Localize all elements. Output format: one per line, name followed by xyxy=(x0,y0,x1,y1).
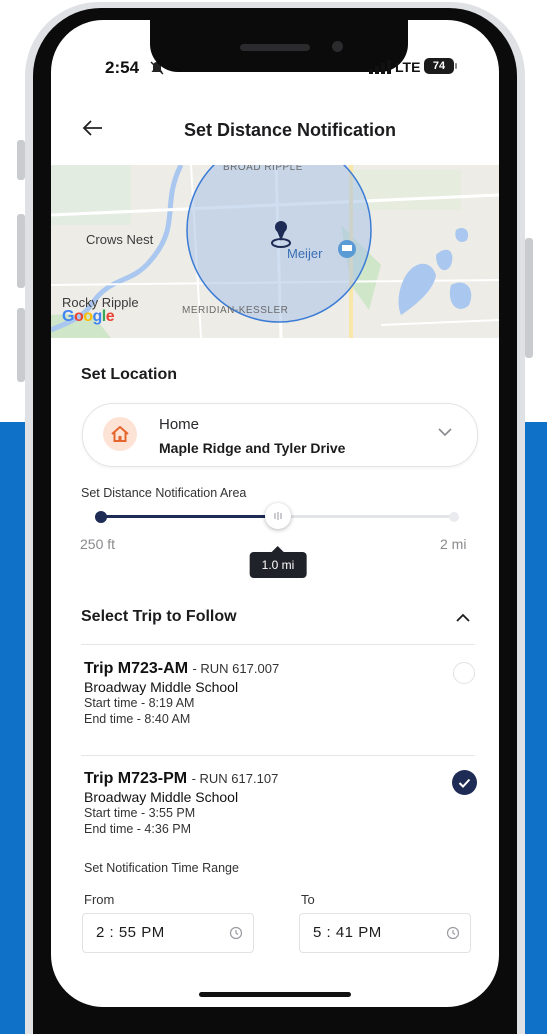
chevron-up-icon[interactable] xyxy=(455,612,471,624)
map-view[interactable]: BROAD RIPPLE Crows Nest Meijer Rocky Rip… xyxy=(51,165,499,338)
to-label: To xyxy=(301,892,315,907)
power-button xyxy=(525,238,533,358)
set-location-heading: Set Location xyxy=(81,366,178,383)
from-time-input[interactable]: 2 : 55 PM xyxy=(82,913,254,953)
home-icon xyxy=(111,426,129,442)
network-type: LTE xyxy=(395,59,421,75)
distance-max-label: 2 mi xyxy=(440,536,467,552)
phone-screen: 2:54 LTE 74 Set Distance Notification BR… xyxy=(51,20,499,1007)
distance-slider-handle[interactable] xyxy=(265,503,291,529)
trip-radio-unselected[interactable] xyxy=(453,662,475,684)
distance-min-label: 250 ft xyxy=(80,536,116,552)
front-camera xyxy=(332,41,343,52)
volume-up-button xyxy=(17,214,25,288)
to-time-input[interactable]: 5 : 41 PM xyxy=(299,913,471,953)
trip-start-time: Start time - 8:19 AM xyxy=(84,696,195,710)
google-logo-letter: e xyxy=(105,308,115,325)
clock-icon xyxy=(229,926,243,940)
location-label: Home xyxy=(159,416,200,433)
grip-icon xyxy=(274,512,282,520)
google-logo-letter: g xyxy=(92,308,103,325)
checkmark-icon xyxy=(458,778,471,788)
trip-school: Broadway Middle School xyxy=(84,679,239,695)
divider xyxy=(81,644,475,645)
map-label-meridian-kessler: MERIDIAN-KESSLER xyxy=(182,305,289,316)
to-time-value: 5 : 41 PM xyxy=(313,924,382,941)
location-value: Maple Ridge and Tyler Drive xyxy=(159,440,346,456)
time-range-label: Set Notification Time Range xyxy=(84,861,239,875)
distance-slider-fill xyxy=(100,515,278,518)
mute-switch xyxy=(17,140,25,180)
home-indicator[interactable] xyxy=(199,992,351,997)
home-icon-badge xyxy=(103,417,137,451)
speaker-grille xyxy=(240,44,310,51)
google-logo-letter: G xyxy=(62,308,74,325)
divider xyxy=(81,755,475,756)
map-label-top-road: BROAD RIPPLE xyxy=(223,165,303,173)
select-trip-heading: Select Trip to Follow xyxy=(81,608,237,625)
trip-item[interactable]: Trip M723-PM - RUN 617.107 Broadway Midd… xyxy=(84,770,464,837)
distance-value-tooltip: 1.0 mi xyxy=(249,546,307,578)
trip-end-time: End time - 8:40 AM xyxy=(84,712,191,726)
trip-start-time: Start time - 3:55 PM xyxy=(84,806,196,820)
trip-school: Broadway Middle School xyxy=(84,789,239,805)
distance-area-label: Set Distance Notification Area xyxy=(81,486,247,500)
distance-slider-end-dot xyxy=(449,512,459,522)
google-logo-letter: o xyxy=(83,308,93,325)
distance-slider-start-dot xyxy=(95,511,107,523)
trip-title-line: Trip M723-AM - RUN 617.007 xyxy=(84,660,464,678)
chevron-down-icon xyxy=(438,428,452,437)
trip-title-line: Trip M723-PM - RUN 617.107 xyxy=(84,770,464,788)
trip-end-time: End time - 4:36 PM xyxy=(84,822,191,836)
trip-run: - RUN 617.107 xyxy=(191,771,279,786)
google-logo-letter: o xyxy=(73,308,84,325)
volume-down-button xyxy=(17,308,25,382)
location-select[interactable]: Home Maple Ridge and Tyler Drive xyxy=(82,403,478,467)
status-time: 2:54 xyxy=(105,58,140,77)
from-label: From xyxy=(84,892,115,907)
trip-title: Trip M723-PM xyxy=(84,770,188,787)
signal-icon xyxy=(369,60,391,74)
clock-icon xyxy=(446,926,460,940)
trip-run: - RUN 617.007 xyxy=(192,661,280,676)
page-title: Set Distance Notification xyxy=(183,120,397,140)
from-time-value: 2 : 55 PM xyxy=(96,924,165,941)
trip-title: Trip M723-AM xyxy=(84,660,189,677)
google-logo: Google xyxy=(62,308,115,326)
battery-icon: 74 xyxy=(424,58,457,74)
trip-radio-selected[interactable] xyxy=(452,770,477,795)
trip-item[interactable]: Trip M723-AM - RUN 617.007 Broadway Midd… xyxy=(84,660,464,727)
map-label-crows-nest: Crows Nest xyxy=(86,232,154,247)
map-label-meijer: Meijer xyxy=(287,246,323,261)
